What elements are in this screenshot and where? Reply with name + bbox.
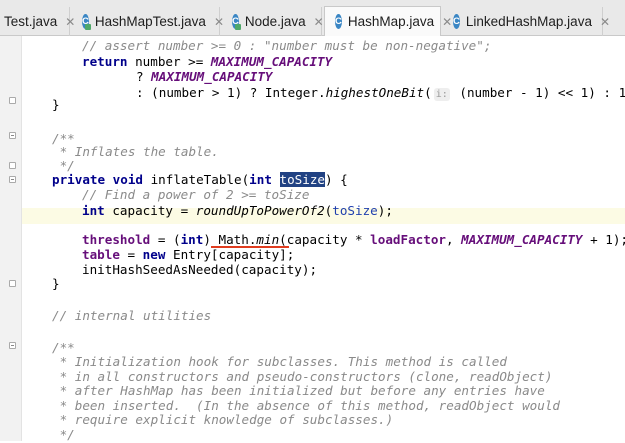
- java-class-icon: C: [335, 14, 342, 29]
- selected-text: toSize: [279, 172, 326, 187]
- tab-label: Test.java: [4, 14, 58, 29]
- code-line: // assert number >= 0 : "number must be …: [82, 38, 492, 53]
- code-line: : (number > 1) ? Integer.highestOneBit(i…: [136, 85, 625, 101]
- code-line: initHashSeedAsNeeded(capacity);: [82, 262, 318, 277]
- tab-test-java[interactable]: Test.java ✕: [0, 7, 75, 36]
- code-line: ? MAXIMUM_CAPACITY: [136, 69, 273, 84]
- code-line: }: [52, 276, 60, 291]
- code-line: // Find a power of 2 >= toSize: [82, 187, 310, 202]
- code-editor[interactable]: // assert number >= 0 : "number must be …: [0, 36, 625, 442]
- java-class-icon: C: [453, 14, 460, 29]
- close-icon[interactable]: ✕: [314, 15, 324, 29]
- tab-hashmaptest-java[interactable]: C HashMapTest.java ✕: [72, 7, 224, 36]
- code-line: * Inflates the table.: [52, 144, 219, 159]
- java-class-icon: C: [82, 14, 91, 30]
- code-line: int capacity = roundUpToPowerOf2(toSize)…: [82, 203, 393, 218]
- code-line: table = new Entry[capacity];: [82, 247, 295, 262]
- code-line: }: [52, 97, 60, 112]
- tab-label: HashMapTest.java: [94, 14, 206, 29]
- close-icon[interactable]: ✕: [600, 15, 610, 29]
- code-line: * Initialization hook for subclasses. Th…: [52, 354, 507, 369]
- error-underline: [211, 246, 289, 248]
- java-class-icon: C: [232, 14, 241, 30]
- tab-label: LinkedHashMap.java: [465, 14, 592, 29]
- code-line-method-signature: private void inflateTable(int toSize) {: [52, 172, 348, 187]
- tab-node-java[interactable]: C Node.java ✕: [222, 7, 324, 36]
- tab-label: HashMap.java: [347, 14, 435, 29]
- code-line: * after HashMap has been initialized but…: [52, 383, 545, 398]
- code-line: // internal utilities: [52, 308, 212, 323]
- code-line: return number >= MAXIMUM_CAPACITY: [82, 54, 333, 69]
- tab-hashmap-java[interactable]: C HashMap.java ✕: [324, 6, 452, 36]
- code-line: * require explicit knowledge of subclass…: [52, 412, 394, 427]
- editor-tab-bar: Test.java ✕ C HashMapTest.java ✕ C Node.…: [0, 0, 625, 36]
- parameter-hint: i:: [433, 88, 450, 101]
- tab-label: Node.java: [244, 14, 306, 29]
- code-line: threshold = (int) Math.min(capacity * lo…: [82, 232, 625, 247]
- tab-linkedhashmap-java[interactable]: C LinkedHashMap.java ✕: [443, 7, 610, 36]
